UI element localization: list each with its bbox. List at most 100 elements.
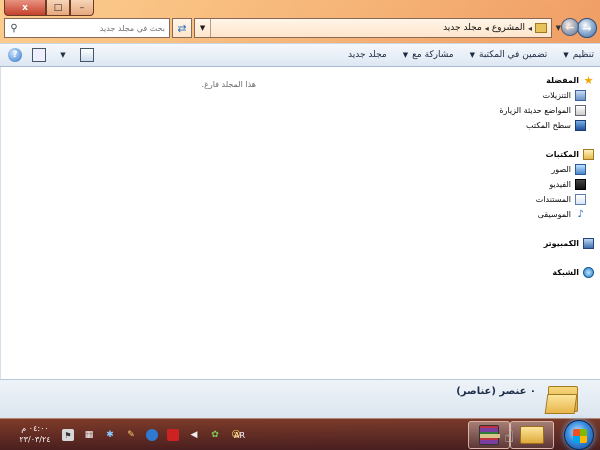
- command-bar: تنظيم ▼ تضمين في المكتبة ▼ مشاركة مع ▼ م…: [0, 43, 600, 67]
- nav-item-videos[interactable]: الفيديو: [478, 177, 600, 192]
- nav-item-music[interactable]: ♪ الموسيقى: [478, 207, 600, 222]
- tray-app-icon[interactable]: ✿: [209, 429, 221, 441]
- action-center-flag-icon[interactable]: ⚑: [62, 429, 74, 441]
- folder-icon: [544, 384, 578, 414]
- update-tray-icon[interactable]: [146, 429, 158, 441]
- view-tools: ? ▼: [8, 48, 94, 62]
- nav-item-favorites[interactable]: ★ المفضلة: [478, 73, 600, 88]
- nav-item-label: المواضع حديثة الزيارة: [499, 106, 571, 115]
- back-arrow-icon[interactable]: →: [577, 18, 597, 38]
- tray-app-icon[interactable]: ✎: [125, 429, 137, 441]
- chevron-down-icon: ▼: [563, 51, 569, 59]
- desktop-icon: [575, 120, 586, 131]
- breadcrumb-separator-icon[interactable]: ◂: [485, 24, 489, 33]
- details-pane: ٠ عنصر (عناصر): [0, 379, 600, 418]
- downloads-icon: [575, 90, 586, 101]
- videos-icon: [575, 179, 586, 190]
- include-in-library-menu[interactable]: تضمين في المكتبة ▼: [470, 50, 548, 60]
- include-in-library-label: تضمين في المكتبة: [479, 50, 548, 60]
- nav-item-documents[interactable]: المستندات: [478, 192, 600, 207]
- breadcrumb-project[interactable]: المشروع: [492, 23, 525, 33]
- recent-pages-chevron-icon[interactable]: ▼: [556, 24, 561, 32]
- forward-arrow-icon[interactable]: ←: [561, 18, 579, 36]
- security-tray-icon[interactable]: [167, 429, 179, 441]
- taskbar-explorer-button[interactable]: [510, 421, 554, 449]
- search-icon[interactable]: ⚲: [8, 22, 20, 34]
- nav-item-desktop[interactable]: سطح المكتب: [478, 118, 600, 133]
- pictures-icon: [575, 164, 586, 175]
- address-dropdown-chevron-icon[interactable]: ▼: [195, 19, 211, 37]
- folder-icon: [535, 23, 547, 33]
- music-icon: ♪: [577, 209, 584, 220]
- maximize-button[interactable]: □: [46, 0, 70, 16]
- new-folder-label: مجلد جديد: [347, 50, 387, 60]
- bluetooth-icon[interactable]: ✱: [104, 429, 116, 441]
- network-icon: [583, 267, 594, 278]
- share-with-menu[interactable]: مشاركة مع ▼: [403, 50, 454, 60]
- view-options-chevron-icon[interactable]: ▼: [56, 48, 70, 62]
- windows-logo-icon: [573, 429, 587, 443]
- breadcrumb-separator-icon[interactable]: ◂: [528, 24, 532, 33]
- address-bar[interactable]: ◂ المشروع ◂ مجلد جديد ▼: [194, 18, 552, 38]
- network-group: الشبكة: [478, 265, 600, 280]
- libraries-group: المكتبات الصور الفيديو المستندات ♪ الموس…: [478, 147, 600, 222]
- empty-folder-message: هذا المجلد فارغ.: [201, 80, 256, 89]
- nav-item-libraries[interactable]: المكتبات: [478, 147, 600, 162]
- change-view-icon[interactable]: [80, 48, 94, 62]
- nav-item-label: الموسيقى: [537, 210, 571, 219]
- system-clock[interactable]: ٠٤:٠٠ م ٢٣/٠٣/٢٤: [12, 423, 58, 445]
- volume-icon[interactable]: ◀: [188, 429, 200, 441]
- computer-icon: [583, 238, 594, 249]
- emoticon-icon[interactable]: ☺: [230, 429, 242, 441]
- taskbar: ☝ AR ⚑ ▦ ✱ ✎ ◀ ✿ ☺ ٠٤:٠٠ م ٢٣/٠٣/٢٤: [0, 418, 600, 450]
- recent-places-icon: [575, 105, 586, 116]
- item-count: ٠ عنصر (عناصر): [456, 386, 536, 397]
- navigation-buttons: → ← ▼: [556, 17, 597, 39]
- explorer-window: x □ – → ← ▼ ◂ المشروع ◂ مجلد جديد ▼ ⇄ ⚲ …: [0, 0, 600, 418]
- minimize-button[interactable]: –: [70, 0, 94, 16]
- organize-label: تنظيم: [572, 50, 594, 60]
- hand-cursor-icon: ☝: [504, 427, 514, 446]
- notification-area: ⚑ ▦ ✱ ✎ ◀ ✿ ☺: [62, 429, 242, 441]
- nav-item-pictures[interactable]: الصور: [478, 162, 600, 177]
- navigation-pane: ★ المفضلة التنزيلات المواضع حديثة الزيار…: [478, 67, 600, 379]
- search-input[interactable]: [25, 20, 165, 36]
- nav-item-recent-places[interactable]: المواضع حديثة الزيارة: [478, 103, 600, 118]
- nav-item-label: المكتبات: [545, 150, 579, 159]
- nav-item-downloads[interactable]: التنزيلات: [478, 88, 600, 103]
- start-button[interactable]: [564, 420, 594, 450]
- close-button[interactable]: x: [4, 0, 46, 16]
- clock-date: ٢٣/٠٣/٢٤: [19, 435, 51, 444]
- folder-icon: [520, 426, 544, 444]
- computer-group: الكمبيوتر: [478, 236, 600, 251]
- help-icon[interactable]: ?: [8, 48, 22, 62]
- search-box[interactable]: ⚲: [4, 18, 170, 38]
- main-area: ★ المفضلة التنزيلات المواضع حديثة الزيار…: [0, 67, 600, 379]
- file-list-area[interactable]: هذا المجلد فارغ.: [0, 67, 478, 379]
- preview-pane-icon[interactable]: [32, 48, 46, 62]
- breadcrumb-new-folder[interactable]: مجلد جديد: [443, 23, 482, 33]
- favorites-group: ★ المفضلة التنزيلات المواضع حديثة الزيار…: [478, 73, 600, 133]
- nav-item-label: الصور: [551, 165, 571, 174]
- clock-time: ٠٤:٠٠ م: [21, 424, 49, 433]
- winrar-icon: [479, 425, 500, 445]
- chevron-down-icon: ▼: [402, 51, 409, 59]
- chevron-down-icon: ▼: [469, 51, 476, 59]
- nav-item-network[interactable]: الشبكة: [478, 265, 600, 280]
- refresh-icon[interactable]: ⇄: [172, 18, 192, 38]
- nav-item-label: الكمبيوتر: [543, 239, 579, 248]
- nav-item-label: المفضلة: [546, 76, 579, 85]
- nav-item-label: سطح المكتب: [526, 121, 571, 130]
- nav-item-label: التنزيلات: [542, 91, 571, 100]
- address-row: → ← ▼ ◂ المشروع ◂ مجلد جديد ▼ ⇄ ⚲: [0, 15, 600, 41]
- organize-menu[interactable]: تنظيم ▼: [563, 50, 594, 60]
- nav-item-label: الشبكة: [552, 268, 579, 277]
- nav-item-label: المستندات: [535, 195, 571, 204]
- share-with-label: مشاركة مع: [412, 50, 454, 60]
- network-tray-icon[interactable]: ▦: [83, 429, 95, 441]
- documents-icon: [575, 194, 586, 205]
- nav-item-computer[interactable]: الكمبيوتر: [478, 236, 600, 251]
- star-icon: ★: [583, 74, 594, 87]
- window-caption-buttons: x □ –: [4, 0, 94, 16]
- new-folder-button[interactable]: مجلد جديد: [348, 50, 387, 60]
